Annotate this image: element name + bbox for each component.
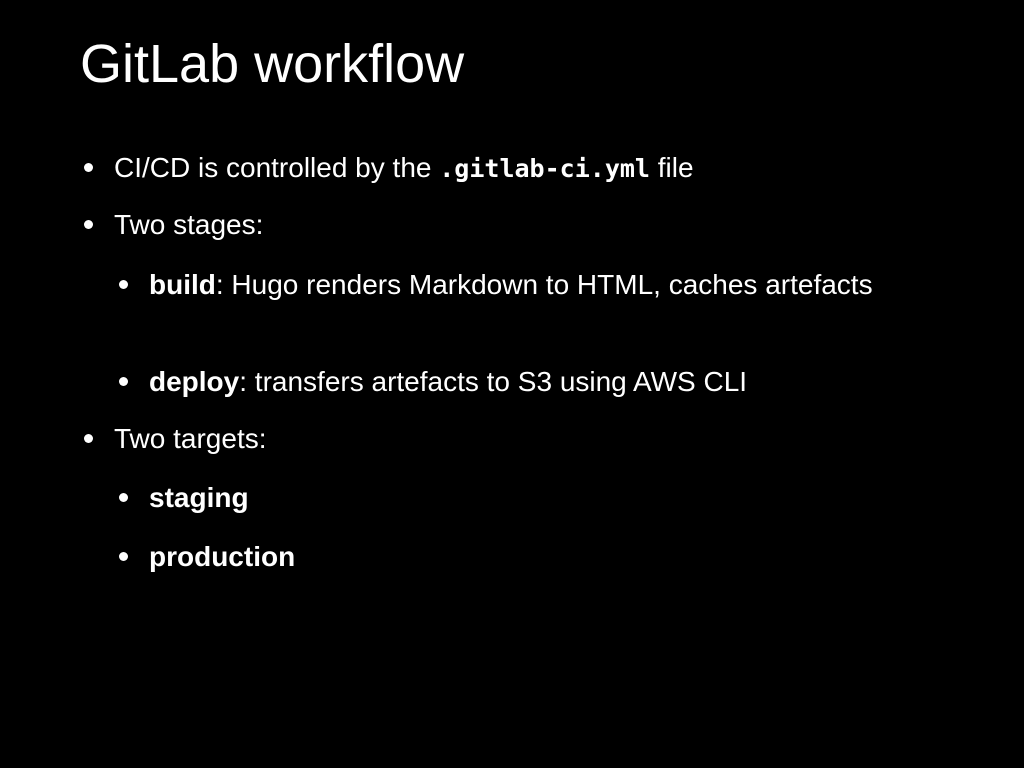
bullet-dot-icon <box>119 377 128 386</box>
bullet-dot-icon <box>84 220 93 229</box>
bullet-item-targets: Two targets: <box>84 420 267 458</box>
sub-bullet-production: production <box>119 538 296 576</box>
sub-bullet-staging: staging <box>119 479 249 517</box>
bullet-item-cicd: CI/CD is controlled by the .gitlab-ci.ym… <box>84 149 694 188</box>
bullet-text: CI/CD is controlled by the <box>114 152 440 183</box>
sub-bullet-deploy: deploy: transfers artefacts to S3 using … <box>119 363 748 401</box>
bullet-item-stages: Two stages: <box>84 206 264 244</box>
bullet-list: CI/CD is controlled by the .gitlab-ci.ym… <box>0 0 1024 768</box>
sub-bullet-build: build: Hugo renders Markdown to HTML, ca… <box>119 266 889 304</box>
bullet-dot-icon <box>119 280 128 289</box>
target-name: staging <box>149 482 249 513</box>
stage-description: : transfers artefacts to S3 using AWS CL… <box>239 366 748 397</box>
target-name: production <box>149 541 296 572</box>
stage-name: build <box>149 269 216 300</box>
bullet-text: Two targets: <box>114 423 267 454</box>
bullet-text: Two stages: <box>114 209 264 240</box>
bullet-dot-icon <box>119 493 128 502</box>
bullet-dot-icon <box>119 552 128 561</box>
bullet-dot-icon <box>84 163 93 172</box>
slide: GitLab workflow CI/CD is controlled by t… <box>0 0 1024 768</box>
stage-description: : Hugo renders Markdown to HTML, caches … <box>215 269 873 300</box>
bullet-dot-icon <box>84 434 93 443</box>
code-filename: .gitlab-ci.yml <box>439 154 650 183</box>
stage-name: deploy <box>149 366 240 397</box>
bullet-text-suffix: file <box>649 152 694 183</box>
